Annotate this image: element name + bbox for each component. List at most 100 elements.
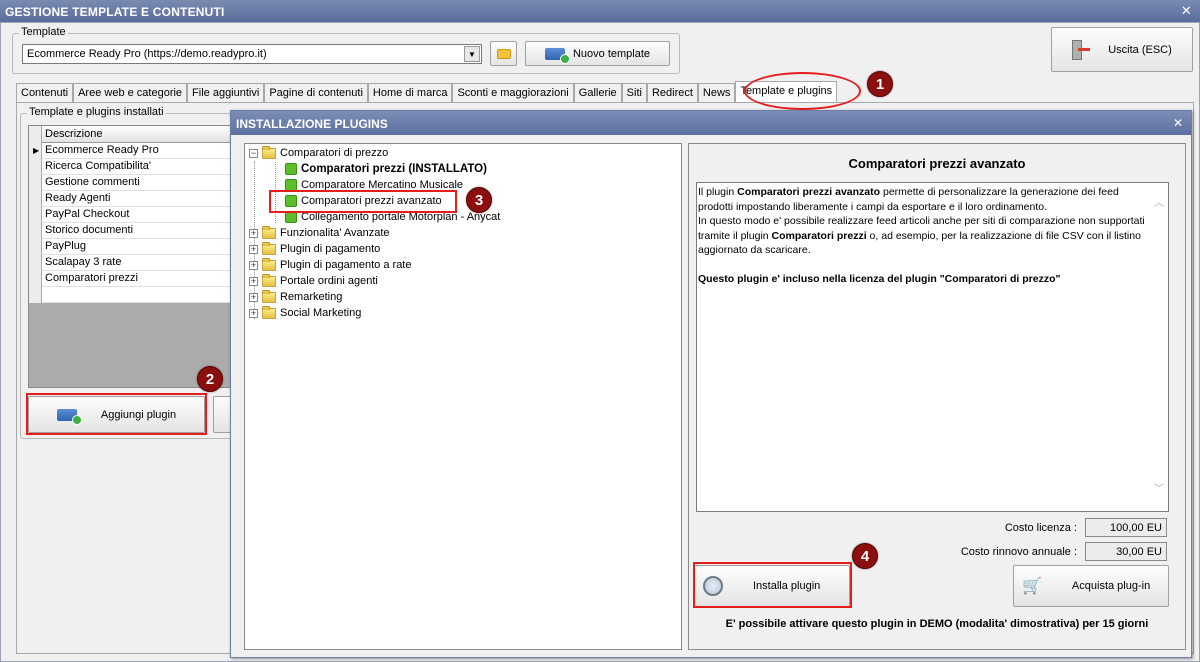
tree-node-funzionalita-avanzate[interactable]: + Funzionalita' Avanzate — [249, 225, 390, 241]
chevron-down-icon[interactable]: ▼ — [464, 46, 480, 62]
tab-sconti[interactable]: Sconti e maggiorazioni — [452, 83, 574, 102]
tree-node-portale-ordini-agenti[interactable]: + Portale ordini agenti — [249, 273, 378, 289]
tab-contenuti[interactable]: Contenuti — [16, 83, 74, 102]
expand-icon[interactable]: + — [249, 276, 258, 286]
tree-node-remarketing[interactable]: + Remarketing — [249, 289, 342, 305]
new-template-button[interactable]: Nuovo template — [525, 41, 670, 66]
table-row[interactable]: PayPal Checkout — [42, 207, 234, 223]
expand-icon[interactable]: + — [249, 308, 258, 318]
plugin-puzzle-icon — [285, 163, 297, 175]
description-bold-text: Comparatori prezzi — [771, 229, 867, 242]
step-badge-1: 1 — [867, 71, 893, 97]
buy-plugin-button[interactable]: 🛒 Acquista plug-in — [1013, 565, 1169, 607]
scroll-up-icon[interactable]: ︿ — [1154, 197, 1164, 212]
column-header-descrizione[interactable]: Descrizione — [42, 126, 234, 143]
description-paragraph: Questo plugin e' incluso nella licenza d… — [698, 272, 1146, 287]
tab-home-marca[interactable]: Home di marca — [367, 83, 453, 102]
dialog-close-icon[interactable]: ✕ — [1173, 116, 1183, 130]
tree-node-label: Plugin di pagamento a rate — [280, 259, 412, 271]
tab-siti[interactable]: Siti — [621, 83, 647, 102]
table-row[interactable]: Ricerca Compatibilita' — [42, 159, 234, 175]
table-row-empty[interactable] — [42, 287, 234, 303]
tree-node-social-marketing[interactable]: + Social Marketing — [249, 305, 361, 321]
highlight-install-button — [693, 562, 852, 608]
tree-node-plugin-pagamento[interactable]: + Plugin di pagamento — [249, 241, 380, 257]
new-template-label: Nuovo template — [572, 47, 651, 60]
add-template-icon — [544, 47, 570, 64]
tree-node-label: Remarketing — [280, 291, 343, 303]
tree-node-label: Social Marketing — [280, 307, 362, 319]
window-title: GESTIONE TEMPLATE E CONTENUTI — [5, 5, 225, 19]
folder-icon — [262, 241, 276, 255]
folder-icon — [262, 257, 276, 271]
exit-door-icon — [1072, 39, 1091, 60]
tree-node-plugin-pagamento-rate[interactable]: + Plugin di pagamento a rate — [249, 257, 411, 273]
plugin-tree: − Comparatori di prezzo Comparatori prez… — [244, 143, 682, 650]
tree-node-label: Plugin di pagamento — [280, 243, 381, 255]
expand-icon[interactable]: + — [249, 228, 258, 238]
table-row[interactable]: Ecommerce Ready Pro — [42, 143, 234, 159]
tree-node-label: Comparatori di prezzo — [280, 147, 389, 159]
description-paragraph: In questo modo e' possibile realizzare f… — [698, 214, 1146, 258]
demo-note: E' possibile attivare questo plugin in D… — [725, 618, 1149, 630]
description-bold-text: Questo plugin e' incluso nella licenza d… — [698, 272, 1061, 285]
window-titlebar: GESTIONE TEMPLATE E CONTENUTI ✕ — [0, 0, 1200, 22]
collapse-icon[interactable]: − — [249, 148, 258, 158]
installed-plugins-grid: ▶ Descrizione Ecommerce Ready Pro Ricerc… — [28, 125, 234, 388]
grid-rows: Ecommerce Ready Pro Ricerca Compatibilit… — [42, 143, 234, 303]
renewal-cost-value: 30,00 EU — [1085, 542, 1167, 561]
folder-icon — [262, 273, 276, 287]
template-select-value: Ecommerce Ready Pro (https://demo.readyp… — [27, 48, 267, 60]
main-tabs: Contenuti Aree web e categorie File aggi… — [16, 81, 838, 102]
highlight-add-plugin — [26, 393, 207, 435]
tab-pagine-contenuti[interactable]: Pagine di contenuti — [264, 83, 368, 102]
folder-icon — [262, 289, 276, 303]
folder-icon — [262, 225, 276, 239]
template-legend: Template — [19, 26, 68, 38]
description-paragraph: Il plugin Comparatori prezzi avanzato pe… — [698, 185, 1146, 214]
exit-label: Uscita (ESC) — [1108, 43, 1172, 56]
folder-open-icon — [496, 48, 511, 59]
renewal-cost-label: Costo rinnovo annuale : — [960, 546, 1077, 558]
dialog-title: INSTALLAZIONE PLUGINS — [236, 117, 388, 131]
template-select[interactable]: Ecommerce Ready Pro (https://demo.readyp… — [22, 44, 482, 64]
highlight-template-tab — [744, 72, 861, 110]
tab-gallerie[interactable]: Gallerie — [573, 83, 622, 102]
highlight-selected-plugin — [269, 190, 457, 213]
installed-legend: Template e plugins installati — [27, 106, 166, 118]
shopping-cart-icon: 🛒 — [1022, 578, 1042, 595]
scroll-down-icon[interactable]: ﹀ — [1154, 483, 1164, 498]
step-badge-2: 2 — [197, 366, 223, 392]
tab-aree-web[interactable]: Aree web e categorie — [73, 83, 188, 102]
table-row[interactable]: Gestione commenti — [42, 175, 234, 191]
table-row[interactable]: Scalapay 3 rate — [42, 255, 234, 271]
buy-plugin-label: Acquista plug-in — [1071, 580, 1151, 592]
step-badge-4: 4 — [852, 543, 878, 569]
open-folder-button[interactable] — [490, 41, 517, 66]
window-close-icon[interactable]: ✕ — [1181, 3, 1192, 19]
tree-node-comparatori-prezzi-installato[interactable]: Comparatori prezzi (INSTALLATO) — [285, 161, 487, 177]
tab-redirect[interactable]: Redirect — [646, 83, 698, 102]
license-cost-value: 100,00 EU — [1085, 518, 1167, 537]
tab-news[interactable]: News — [697, 83, 736, 102]
table-row[interactable]: Comparatori prezzi — [42, 271, 234, 287]
tree-node-comparatori-di-prezzo[interactable]: − Comparatori di prezzo — [249, 145, 388, 161]
folder-icon — [262, 145, 276, 159]
step-badge-3: 3 — [466, 187, 492, 213]
expand-icon[interactable]: + — [249, 260, 258, 270]
current-row-arrow-icon: ▶ — [33, 146, 40, 155]
folder-icon — [262, 305, 276, 319]
tab-file-aggiuntivi[interactable]: File aggiuntivi — [187, 83, 265, 102]
tree-node-label: Comparatori prezzi (INSTALLATO) — [301, 163, 487, 175]
table-row[interactable]: Ready Agenti — [42, 191, 234, 207]
plugin-description: Il plugin Comparatori prezzi avanzato pe… — [696, 182, 1169, 512]
expand-icon[interactable]: + — [249, 292, 258, 302]
install-plugins-dialog: INSTALLAZIONE PLUGINS ✕ − Comparatori di… — [230, 110, 1192, 658]
expand-icon[interactable]: + — [249, 244, 258, 254]
exit-button[interactable]: Uscita (ESC) — [1051, 27, 1193, 72]
license-cost-label: Costo licenza : — [1004, 522, 1077, 534]
tree-node-label: Portale ordini agenti — [280, 275, 378, 287]
table-row[interactable]: PayPlug — [42, 239, 234, 255]
table-row[interactable]: Storico documenti — [42, 223, 234, 239]
plugin-detail-title: Comparatori prezzi avanzato — [848, 156, 1026, 171]
